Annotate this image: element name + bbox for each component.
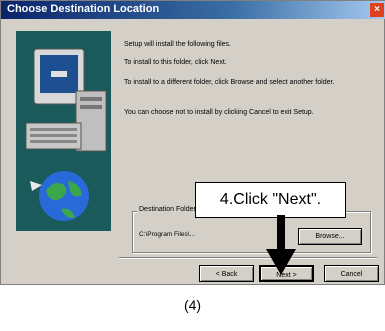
instruction-callout: 4.Click "Next".	[195, 182, 346, 218]
browse-button[interactable]: Browse...	[298, 228, 362, 245]
arrow-down-icon	[266, 215, 296, 275]
button-separator	[119, 257, 377, 259]
title-bar: Choose Destination Location ×	[1, 1, 385, 19]
close-icon[interactable]: ×	[370, 3, 384, 17]
setup-dialog: Choose Destination Location × Setup will…	[0, 0, 385, 285]
cancel-instruction-text: You can choose not to install by clickin…	[124, 109, 314, 116]
back-button[interactable]: < Back	[199, 265, 254, 282]
destination-path: C:\Program Files\...	[139, 231, 195, 238]
intro-text: Setup will install the following files.	[124, 41, 231, 48]
cancel-button[interactable]: Cancel	[324, 265, 379, 282]
window-title: Choose Destination Location	[7, 3, 160, 15]
computer-globe-illustration	[16, 31, 111, 231]
figure-caption: (4)	[183, 297, 202, 313]
install-instruction-text: To install to this folder, click Next.	[124, 59, 227, 66]
destination-folder-label: Destination Folder	[137, 206, 198, 213]
browse-instruction-text: To install to a different folder, click …	[124, 79, 335, 86]
